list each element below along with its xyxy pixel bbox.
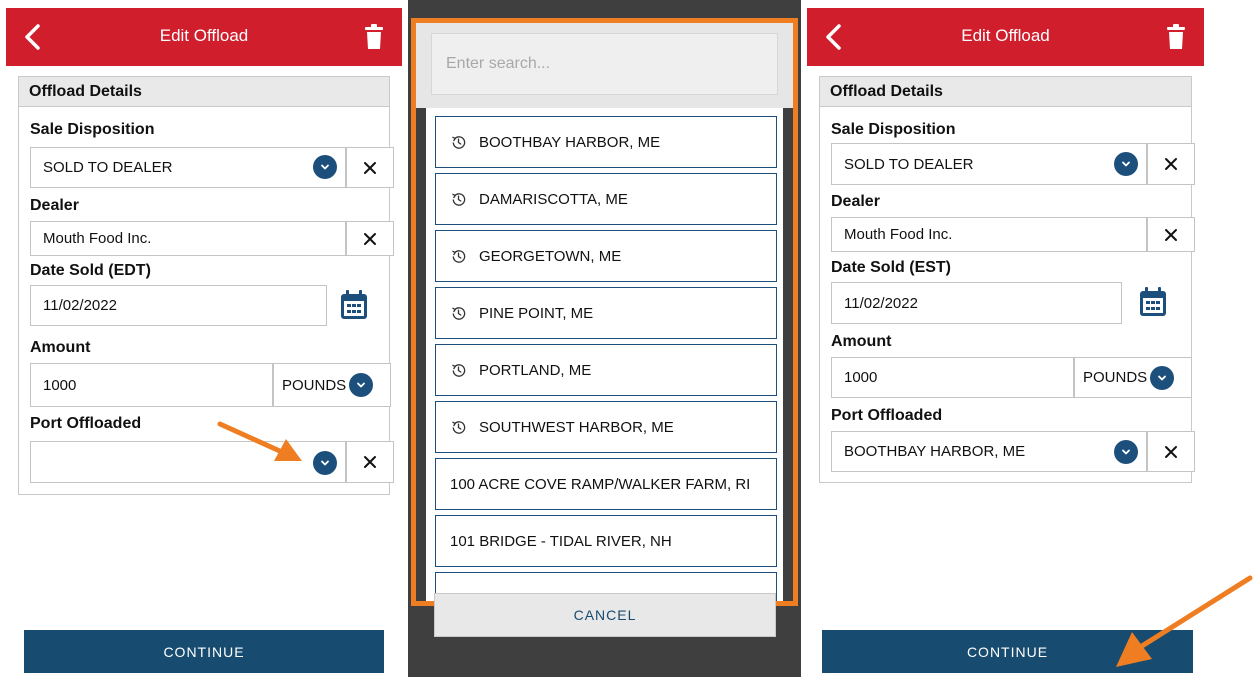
date-sold-label: Date Sold (EST) [831,259,952,276]
dealer-label: Dealer [30,197,79,214]
offload-details-card: Offload Details Sale Disposition SOLD TO… [18,76,394,495]
list-item-label: BOOTHBAY HARBOR, ME [479,133,661,151]
clear-dealer-button[interactable] [346,221,394,256]
dealer-value: Mouth Food Inc. [43,230,152,247]
unit-select[interactable]: POUNDS [1074,357,1192,398]
list-item[interactable]: PORTLAND, ME [435,344,777,396]
search-placeholder: Enter search... [446,55,551,72]
chevron-down-icon [1150,365,1175,390]
picker-search-area: Enter search... [416,23,793,108]
amount-field[interactable]: 1000 [30,363,273,407]
date-sold-value: 11/02/2022 [43,297,117,314]
chevron-down-icon[interactable] [313,451,337,475]
list-item-label: PORTLAND, ME [479,361,592,379]
trash-icon[interactable] [364,24,384,50]
clear-sale-disposition-button[interactable] [1147,143,1195,185]
date-sold-label: Date Sold (EDT) [30,262,151,279]
search-input[interactable]: Enter search... [431,33,778,95]
amount-label: Amount [30,339,91,356]
port-picker-modal: Enter search... BOOTHBAY HARBOR, ME DAMA… [408,0,801,677]
unit-select[interactable]: POUNDS [273,363,391,407]
amount-value: 1000 [43,376,77,394]
port-offloaded-label: Port Offloaded [831,407,943,424]
amount-value: 1000 [844,369,878,386]
amount-label: Amount [831,333,892,350]
trash-icon[interactable] [1166,24,1186,50]
list-item[interactable]: BOOTHBAY HARBOR, ME [435,116,777,168]
calendar-icon[interactable] [339,289,369,321]
close-icon [1165,158,1177,170]
sale-disposition-label: Sale Disposition [831,121,956,138]
dealer-field[interactable]: Mouth Food Inc. [30,221,346,256]
sale-disposition-select[interactable]: SOLD TO DEALER [30,147,346,188]
history-icon [452,420,466,434]
sale-disposition-label: Sale Disposition [30,121,155,138]
history-icon [452,135,466,149]
list-item-label: 100 ACRE COVE RAMP/WALKER FARM, RI [450,475,751,493]
clear-sale-disposition-button[interactable] [346,147,394,188]
sale-disposition-select[interactable]: SOLD TO DEALER [831,143,1147,185]
history-icon [452,306,466,320]
list-item-label: SOUTHWEST HARBOR, ME [479,418,674,436]
chevron-down-icon[interactable] [1114,440,1138,464]
port-list: BOOTHBAY HARBOR, ME DAMARISCOTTA, ME GEO… [426,108,783,601]
dealer-field[interactable]: Mouth Food Inc. [831,217,1147,252]
list-item-label: 101 BRIDGE - TIDAL RIVER, NH [450,532,672,550]
port-offloaded-value: BOOTHBAY HARBOR, ME [844,443,1026,460]
date-sold-field[interactable]: 11/02/2022 [30,285,327,326]
list-item[interactable]: DAMARISCOTTA, ME [435,173,777,225]
date-sold-value: 11/02/2022 [844,294,918,312]
cancel-button[interactable]: CANCEL [434,593,776,637]
offload-details-card: Offload Details Sale Disposition SOLD TO… [819,76,1195,483]
port-offloaded-label: Port Offloaded [30,415,142,432]
sale-disposition-value: SOLD TO DEALER [844,155,974,173]
section-title: Offload Details [19,77,389,107]
chevron-down-icon[interactable] [1114,152,1138,176]
picker-highlight-frame: Enter search... BOOTHBAY HARBOR, ME DAMA… [411,18,798,606]
offload-form-screen-left: Edit Offload Offload Details Sale Dispos… [6,0,402,677]
list-item[interactable]: SOUTHWEST HARBOR, ME [435,401,777,453]
chevron-down-icon [349,373,374,397]
app-header: Edit Offload [6,8,402,66]
continue-button[interactable]: CONTINUE [24,630,384,673]
section-title: Offload Details [820,77,1191,107]
clear-port-offloaded-button[interactable] [346,441,394,483]
chevron-down-icon[interactable] [313,155,337,179]
list-item-label: GEORGETOWN, ME [479,247,622,265]
unit-value: POUNDS [282,376,347,394]
clear-port-offloaded-button[interactable] [1147,431,1195,472]
list-item[interactable]: 100 ACRE COVE RAMP/WALKER FARM, RI [435,458,777,510]
annotation-arrow-icon [217,421,302,461]
app-header: Edit Offload [807,8,1204,66]
close-icon [1165,445,1177,458]
list-item[interactable]: PINE POINT, ME [435,287,777,339]
history-icon [452,363,466,377]
list-item[interactable]: 101 BRIDGE - TIDAL RIVER, NH [435,515,777,567]
close-icon [364,232,376,245]
date-sold-field[interactable]: 11/02/2022 [831,282,1122,324]
dealer-label: Dealer [831,193,880,210]
close-icon [364,161,376,174]
close-icon [1165,228,1177,241]
history-icon [452,249,466,263]
calendar-icon[interactable] [1138,286,1168,318]
unit-value: POUNDS [1083,369,1148,386]
page-title: Edit Offload [961,26,1050,45]
sale-disposition-value: SOLD TO DEALER [43,159,173,176]
port-offloaded-select[interactable]: BOOTHBAY HARBOR, ME [831,431,1147,472]
page-title: Edit Offload [159,26,249,45]
annotation-arrow-icon [1116,575,1253,667]
amount-field[interactable]: 1000 [831,357,1074,398]
history-icon [452,192,466,206]
list-item-label: DAMARISCOTTA, ME [479,190,628,208]
dealer-value: Mouth Food Inc. [844,226,953,243]
list-item-label: PINE POINT, ME [479,304,594,322]
close-icon [364,456,376,468]
clear-dealer-button[interactable] [1147,217,1195,252]
list-item[interactable]: GEORGETOWN, ME [435,230,777,282]
